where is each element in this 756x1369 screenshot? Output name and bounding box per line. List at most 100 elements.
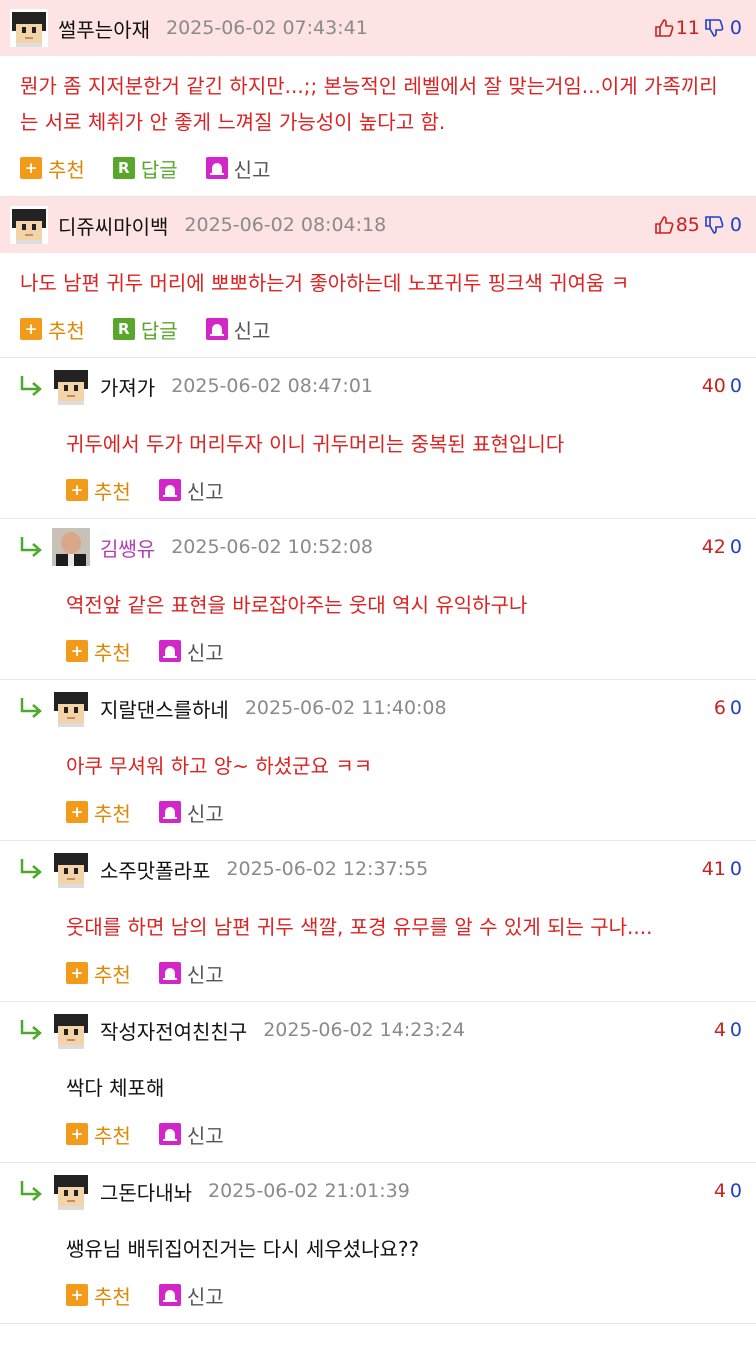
comment-header: 작성자전여친친구 2025-06-02 14:23:24 4 0	[0, 1002, 756, 1058]
comment-actions: + 추천 R 답글 신고	[0, 301, 756, 357]
vote-counts: 41 0	[702, 858, 742, 880]
reply-button[interactable]: R 답글	[112, 315, 178, 344]
siren-icon	[158, 1284, 181, 1306]
reply-r-icon: R	[112, 157, 135, 179]
comment-actions: + 추천 신고	[0, 945, 756, 1001]
reply-arrow-icon	[20, 1181, 42, 1201]
recommend-button[interactable]: + 추천	[66, 1120, 131, 1149]
comment-list: 썰푸는아재 2025-06-02 07:43:41 11 0 뭔가 좀 지저분한…	[0, 0, 756, 1324]
comment-text: 뭔가 좀 지저분한거 같긴 하지만...;; 본능적인 레벨에서 잘 맞는거임.…	[20, 74, 718, 134]
upvote-count: 4	[713, 1019, 726, 1041]
nickname[interactable]: 가져가	[100, 372, 155, 401]
siren-icon	[158, 1123, 181, 1145]
plus-icon: +	[66, 962, 88, 984]
siren-icon	[158, 801, 181, 823]
comment-text: 아쿠 무셔워 하고 앙~ 하셨군요 ㅋㅋ	[66, 754, 373, 778]
comment-text: 귀두에서 두가 머리두자 이니 귀두머리는 중복된 표현입니다	[66, 432, 565, 456]
avatar[interactable]	[52, 367, 90, 405]
upvote-count: 6	[713, 697, 726, 719]
upvote-count: 85	[675, 214, 700, 236]
report-button[interactable]: 신고	[158, 798, 224, 827]
plus-icon: +	[20, 318, 42, 340]
avatar[interactable]	[10, 206, 48, 244]
recommend-button[interactable]: + 추천	[66, 798, 131, 827]
nickname[interactable]: 지랄댄스를하네	[100, 694, 229, 723]
downvote-count: 0	[729, 536, 742, 558]
nickname[interactable]: 디쥬씨마이백	[58, 211, 168, 240]
reply-arrow-icon	[20, 859, 42, 879]
report-button[interactable]: 신고	[158, 637, 224, 666]
vote-counts: 11 0	[654, 17, 742, 39]
avatar[interactable]	[52, 689, 90, 727]
report-button[interactable]: 신고	[205, 315, 270, 344]
comment-text: 싹다 체포해	[66, 1076, 165, 1100]
report-button[interactable]: 신고	[158, 1120, 224, 1149]
vote-counts: 4 0	[714, 1180, 742, 1202]
report-button[interactable]: 신고	[205, 154, 270, 183]
vote-counts: 6 0	[714, 697, 742, 719]
reply-arrow-icon	[20, 1020, 42, 1040]
comment-actions: + 추천 신고	[0, 462, 756, 518]
thumbs-up-icon[interactable]	[654, 18, 674, 38]
vote-counts: 40 0	[702, 375, 742, 397]
comment-item: 소주맛폴라포 2025-06-02 12:37:55 41 0 웃대를 하면 남…	[0, 841, 756, 1002]
comment-actions: + 추천 신고	[0, 1267, 756, 1323]
reply-arrow-icon	[20, 537, 42, 557]
avatar[interactable]	[52, 528, 90, 566]
reply-arrow-icon	[20, 376, 42, 396]
timestamp: 2025-06-02 08:47:01	[171, 375, 373, 397]
avatar[interactable]	[10, 9, 48, 47]
reply-button[interactable]: R 답글	[112, 154, 178, 183]
comment-actions: + 추천 신고	[0, 623, 756, 679]
siren-icon	[205, 157, 228, 179]
avatar[interactable]	[52, 1172, 90, 1210]
recommend-button[interactable]: + 추천	[20, 154, 85, 183]
plus-icon: +	[66, 640, 88, 662]
comment-text: 역전앞 같은 표현을 바로잡아주는 웃대 역시 유익하구나	[66, 593, 528, 617]
downvote-count: 0	[729, 17, 742, 39]
upvote-count: 42	[701, 536, 726, 558]
downvote-count: 0	[729, 858, 742, 880]
recommend-button[interactable]: + 추천	[66, 959, 131, 988]
thumbs-down-icon[interactable]	[704, 18, 724, 38]
nickname[interactable]: 썰푸는아재	[58, 14, 150, 43]
report-button[interactable]: 신고	[158, 959, 224, 988]
report-button[interactable]: 신고	[158, 476, 224, 505]
comment-actions: + 추천 신고	[0, 784, 756, 840]
report-button[interactable]: 신고	[158, 1281, 224, 1310]
recommend-button[interactable]: + 추천	[20, 315, 85, 344]
thumbs-up-icon[interactable]	[654, 215, 674, 235]
nickname[interactable]: 소주맛폴라포	[100, 855, 210, 884]
siren-icon	[158, 640, 181, 662]
comment-item: 디쥬씨마이백 2025-06-02 08:04:18 85 0 나도 남편 귀두…	[0, 197, 756, 358]
comment-header: 김쌩유 2025-06-02 10:52:08 42 0	[0, 519, 756, 575]
comment-actions: + 추천 R 답글 신고	[0, 140, 756, 196]
comment-item: 그돈다내놔 2025-06-02 21:01:39 4 0 쌩유님 배뒤집어진거…	[0, 1163, 756, 1324]
siren-icon	[205, 318, 228, 340]
reply-arrow-icon	[20, 698, 42, 718]
comment-item: 썰푸는아재 2025-06-02 07:43:41 11 0 뭔가 좀 지저분한…	[0, 0, 756, 197]
downvote-count: 0	[729, 1180, 742, 1202]
timestamp: 2025-06-02 14:23:24	[263, 1019, 465, 1041]
upvote-count: 11	[675, 17, 700, 39]
comment-text: 웃대를 하면 남의 남편 귀두 색깔, 포경 유무를 알 수 있게 되는 구나.…	[66, 915, 653, 939]
comment-actions: + 추천 신고	[0, 1106, 756, 1162]
comment-item: 작성자전여친친구 2025-06-02 14:23:24 4 0 싹다 체포해 …	[0, 1002, 756, 1163]
vote-counts: 85 0	[654, 214, 742, 236]
timestamp: 2025-06-02 08:04:18	[184, 214, 387, 236]
comment-text: 쌩유님 배뒤집어진거는 다시 세우셨나요??	[66, 1237, 420, 1261]
vote-counts: 4 0	[714, 1019, 742, 1041]
avatar[interactable]	[52, 850, 90, 888]
nickname[interactable]: 그돈다내놔	[100, 1177, 192, 1206]
comment-item: 가져가 2025-06-02 08:47:01 40 0 귀두에서 두가 머리두…	[0, 358, 756, 519]
thumbs-down-icon[interactable]	[704, 215, 724, 235]
nickname[interactable]: 작성자전여친친구	[100, 1016, 247, 1045]
recommend-button[interactable]: + 추천	[66, 637, 131, 666]
upvote-count: 40	[701, 375, 726, 397]
recommend-button[interactable]: + 추천	[66, 1281, 131, 1310]
nickname[interactable]: 김쌩유	[100, 533, 155, 562]
plus-icon: +	[66, 1123, 88, 1145]
avatar[interactable]	[52, 1011, 90, 1049]
plus-icon: +	[66, 1284, 88, 1306]
recommend-button[interactable]: + 추천	[66, 476, 131, 505]
